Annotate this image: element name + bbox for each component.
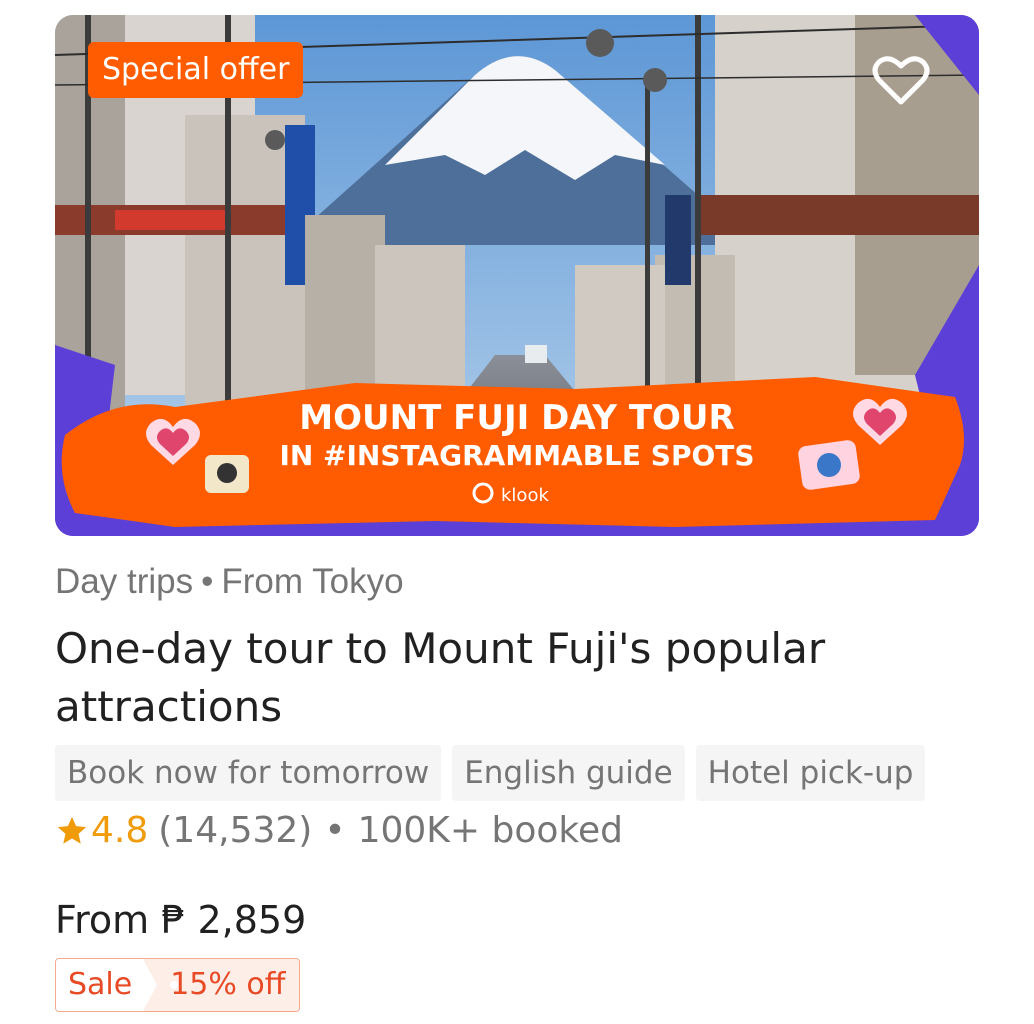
category-label: Day trips bbox=[55, 562, 194, 601]
sale-label: Sale bbox=[56, 959, 145, 1011]
activity-meta: Day trips • From Tokyo bbox=[55, 562, 404, 602]
brand-logo: klook bbox=[501, 485, 549, 506]
rating-separator: • bbox=[324, 810, 346, 851]
sale-badge: Sale 15% off bbox=[55, 958, 301, 1012]
price-label: From ₱ 2,859 bbox=[55, 898, 307, 942]
discount-label: 15% off bbox=[143, 959, 300, 1011]
banner-line-2: IN #INSTAGRAMMABLE SPOTS bbox=[279, 439, 754, 472]
discount-text: 15% off bbox=[170, 967, 286, 1002]
tag-english-guide: English guide bbox=[452, 745, 685, 801]
review-count: (14,532) bbox=[158, 810, 313, 851]
special-offer-badge: Special offer bbox=[88, 42, 304, 98]
rating-row: 4.8 (14,532) • 100K+ booked bbox=[55, 810, 623, 851]
feature-tags: Book now for tomorrow English guide Hote… bbox=[55, 745, 926, 801]
heart-outline-icon bbox=[872, 56, 930, 105]
booked-count: 100K+ booked bbox=[357, 810, 623, 851]
star-icon bbox=[57, 816, 87, 844]
favorite-button[interactable] bbox=[866, 48, 936, 112]
tag-hotel-pickup: Hotel pick-up bbox=[695, 745, 926, 801]
meta-separator: • bbox=[201, 562, 214, 601]
rating-score: 4.8 bbox=[91, 810, 149, 851]
tag-book-tomorrow: Book now for tomorrow bbox=[55, 745, 442, 801]
banner-line-1: MOUNT FUJI DAY TOUR bbox=[299, 398, 734, 438]
activity-title[interactable]: One-day tour to Mount Fuji's popular att… bbox=[55, 620, 955, 736]
origin-label: From Tokyo bbox=[221, 562, 404, 601]
